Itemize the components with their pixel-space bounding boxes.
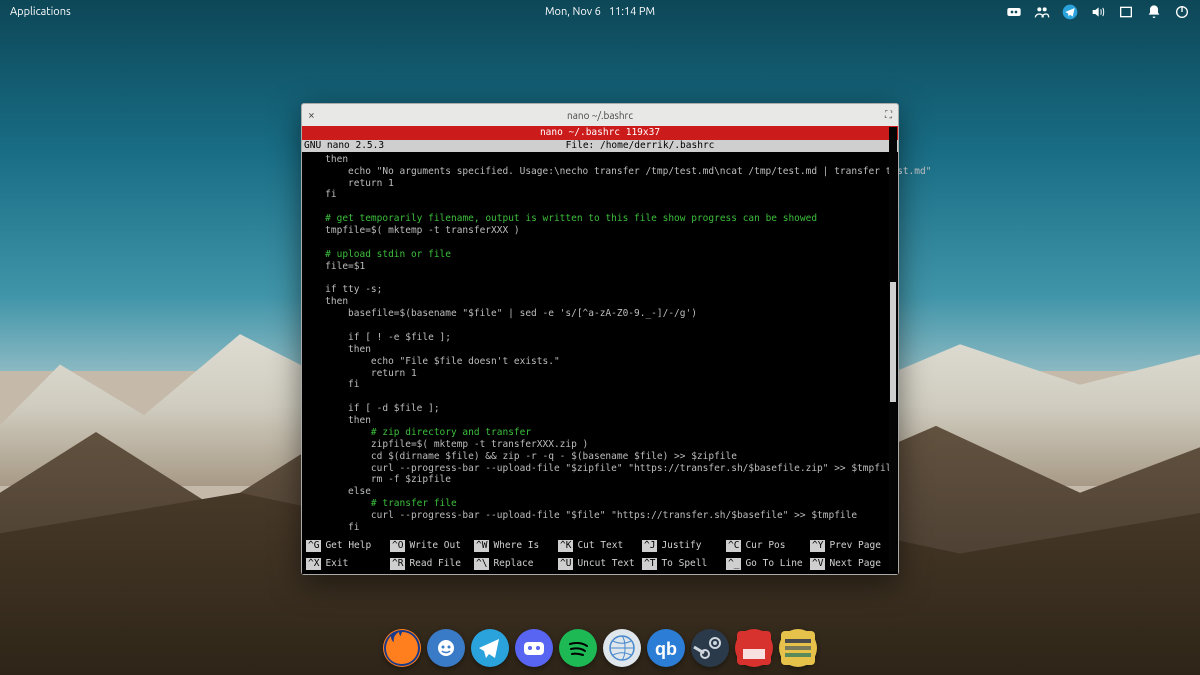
shortcut-label: Cut Text — [577, 540, 623, 552]
shortcut-key: ^Y — [810, 540, 825, 552]
shortcut-key: ^R — [390, 558, 405, 570]
shortcut-key: ^_ — [726, 558, 741, 570]
nano-shortcut: ^C Cur Pos — [726, 540, 810, 552]
nano-shortcut: ^\ Replace — [474, 558, 558, 570]
discord-tray-icon[interactable] — [1006, 4, 1022, 20]
nano-shortcut: ^G Get Help — [306, 540, 390, 552]
shortcut-key: ^T — [642, 558, 657, 570]
nano-shortcuts-row-1: ^G Get Help ^O Write Out ^W Where Is ^K Cut Tex… — [302, 538, 898, 556]
dock-browser-icon[interactable] — [603, 629, 641, 667]
close-icon[interactable]: × — [308, 109, 315, 122]
nano-shortcut: ^J Justify — [642, 540, 726, 552]
window-title: nano ~/.bashrc — [567, 110, 633, 121]
shortcut-label: To Spell — [661, 558, 707, 570]
dock-discord-icon[interactable] — [515, 629, 553, 667]
panel-date[interactable]: Mon, Nov 6 — [545, 6, 601, 18]
terminal-window: × nano ~/.bashrc ⛶ nano ~/.bashrc 119x37… — [301, 103, 899, 575]
terminal-body[interactable]: nano ~/.bashrc 119x37 GNU nano 2.5.3 Fil… — [302, 126, 898, 574]
nano-file-path: File: /home/derrik/.bashrc — [384, 140, 896, 152]
shortcut-key: ^X — [306, 558, 321, 570]
shortcut-label: Exit — [325, 558, 348, 570]
nano-shortcut: ^Y Prev Page — [810, 540, 894, 552]
dock-franz-icon[interactable] — [427, 629, 465, 667]
dock-files-icon[interactable] — [779, 629, 817, 667]
applications-menu[interactable]: Applications — [10, 6, 71, 18]
telegram-tray-icon[interactable] — [1062, 4, 1078, 20]
nano-header: GNU nano 2.5.3 File: /home/derrik/.bashr… — [302, 140, 898, 152]
shortcut-label: Go To Line — [745, 558, 802, 570]
power-tray-icon[interactable] — [1174, 4, 1190, 20]
users-tray-icon[interactable] — [1034, 4, 1050, 20]
nano-shortcut: ^U Uncut Text — [558, 558, 642, 570]
dock-qbittorrent-icon[interactable]: qb — [647, 629, 685, 667]
shortcut-key: ^V — [810, 558, 825, 570]
shortcut-key: ^G — [306, 540, 321, 552]
nano-version: GNU nano 2.5.3 — [304, 140, 384, 152]
shortcut-key: ^K — [558, 540, 573, 552]
nano-shortcut: ^W Where Is — [474, 540, 558, 552]
nano-shortcut: ^K Cut Text — [558, 540, 642, 552]
dock: qb — [373, 625, 827, 671]
maximize-icon[interactable]: ⛶ — [885, 109, 892, 121]
shortcut-label: Prev Page — [829, 540, 880, 552]
nano-shortcut: ^T To Spell — [642, 558, 726, 570]
shortcut-label: Cur Pos — [745, 540, 785, 552]
shortcut-key: ^O — [390, 540, 405, 552]
shortcut-key: ^\ — [474, 558, 489, 570]
dock-app-red-icon[interactable] — [735, 629, 773, 667]
shortcut-key: ^W — [474, 540, 489, 552]
top-panel: Applications Mon, Nov 6 11:14 PM — [0, 0, 1200, 24]
dock-spotify-icon[interactable] — [559, 629, 597, 667]
window-titlebar[interactable]: × nano ~/.bashrc ⛶ — [302, 104, 898, 126]
dock-telegram-icon[interactable] — [471, 629, 509, 667]
shortcut-label: Write Out — [409, 540, 460, 552]
shortcut-key: ^U — [558, 558, 573, 570]
terminal-scrollbar[interactable] — [889, 127, 897, 571]
shortcut-label: Next Page — [829, 558, 880, 570]
shortcut-label: Justify — [661, 540, 701, 552]
shortcut-key: ^J — [642, 540, 657, 552]
nano-shortcut: ^R Read File — [390, 558, 474, 570]
volume-tray-icon[interactable] — [1090, 4, 1106, 20]
shortcut-label: Get Help — [325, 540, 371, 552]
dock-firefox-icon[interactable] — [383, 629, 421, 667]
svg-text:qb: qb — [655, 639, 677, 659]
nano-shortcuts-row-2: ^X Exit ^R Read File ^\ Replace ^U Uncut Text ^T… — [302, 556, 898, 574]
panel-time[interactable]: 11:14 PM — [609, 6, 655, 18]
window-toggle-tray-icon[interactable] — [1118, 4, 1134, 20]
system-tray — [1006, 4, 1190, 20]
terminal-info-bar: nano ~/.bashrc 119x37 — [302, 126, 898, 140]
notifications-tray-icon[interactable] — [1146, 4, 1162, 20]
nano-shortcut: ^O Write Out — [390, 540, 474, 552]
shortcut-label: Uncut Text — [577, 558, 634, 570]
nano-shortcut: ^_ Go To Line — [726, 558, 810, 570]
dock-steam-icon[interactable] — [691, 629, 729, 667]
nano-editor-content[interactable]: then echo "No arguments specified. Usage… — [302, 152, 898, 538]
shortcut-key: ^C — [726, 540, 741, 552]
nano-shortcut: ^X Exit — [306, 558, 390, 570]
shortcut-label: Where Is — [493, 540, 539, 552]
scrollbar-thumb[interactable] — [890, 282, 896, 402]
shortcut-label: Read File — [409, 558, 460, 570]
nano-shortcut: ^V Next Page — [810, 558, 894, 570]
shortcut-label: Replace — [493, 558, 533, 570]
